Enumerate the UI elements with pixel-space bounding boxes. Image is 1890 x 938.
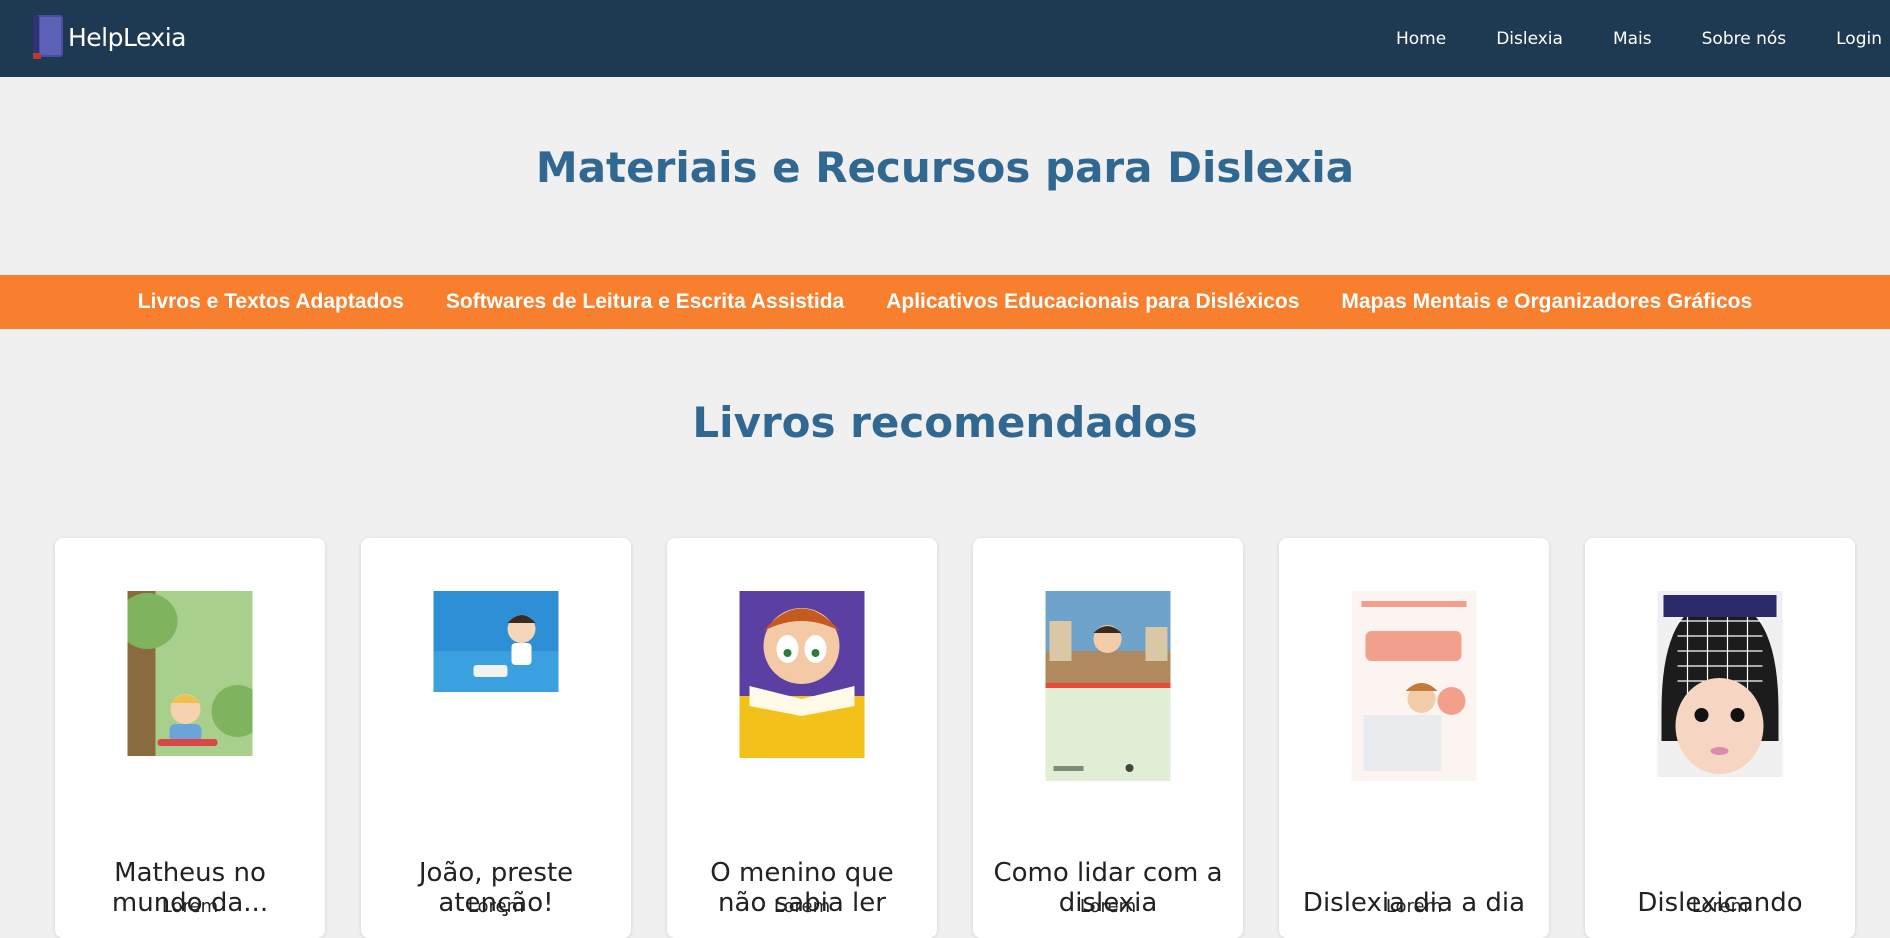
nav-sobre-nos[interactable]: Sobre nós — [1702, 29, 1787, 49]
book-cover-image — [1045, 591, 1171, 781]
nav-mais[interactable]: Mais — [1613, 29, 1652, 49]
tab-aplicativos[interactable]: Aplicativos Educacionais para Disléxicos — [886, 290, 1299, 314]
main-nav: Home Dislexia Mais Sobre nós Login — [1396, 0, 1890, 77]
nav-login[interactable]: Login — [1836, 29, 1882, 49]
book-cover-image — [1657, 591, 1783, 777]
book-description: Lorem — [773, 896, 831, 917]
navbar: HelpLexia Home Dislexia Mais Sobre nós L… — [0, 0, 1890, 77]
nav-home[interactable]: Home — [1396, 29, 1446, 49]
book-card[interactable]: Dislexicando Lorem — [1585, 538, 1855, 938]
category-tabs: Livros e Textos Adaptados Softwares de L… — [0, 275, 1890, 329]
book-cover-image — [739, 591, 865, 758]
book-cover-image — [1351, 591, 1477, 781]
book-cover-image — [433, 591, 559, 692]
page-title: Materiais e Recursos para Dislexia — [535, 143, 1355, 192]
book-description: Lorem — [467, 896, 525, 917]
tab-mapas-mentais[interactable]: Mapas Mentais e Organizadores Gráficos — [1341, 290, 1752, 314]
book-card[interactable]: João, preste atenção! Lorem — [361, 538, 631, 938]
book-description: Lorem — [1079, 896, 1137, 917]
brand[interactable]: HelpLexia — [30, 12, 187, 62]
book-card[interactable]: Dislexia dia a dia Lorem — [1279, 538, 1549, 938]
book-description: Lorem — [1385, 896, 1443, 917]
tab-livros[interactable]: Livros e Textos Adaptados — [138, 290, 404, 314]
nav-dislexia[interactable]: Dislexia — [1496, 29, 1563, 49]
book-card[interactable]: Matheus no mundo da... Lorem — [55, 538, 325, 938]
book-description: Lorem — [161, 896, 219, 917]
book-card[interactable]: O menino que não sabia ler Lorem — [667, 538, 937, 938]
book-description: Lorem — [1691, 896, 1749, 917]
book-card[interactable]: Como lidar com a dislexia Lorem — [973, 538, 1243, 938]
tab-softwares[interactable]: Softwares de Leitura e Escrita Assistida — [446, 290, 844, 314]
book-cover-image — [127, 591, 253, 756]
brand-name: HelpLexia — [68, 22, 187, 52]
section-title: Livros recomendados — [692, 398, 1198, 447]
book-logo-icon — [30, 13, 66, 61]
